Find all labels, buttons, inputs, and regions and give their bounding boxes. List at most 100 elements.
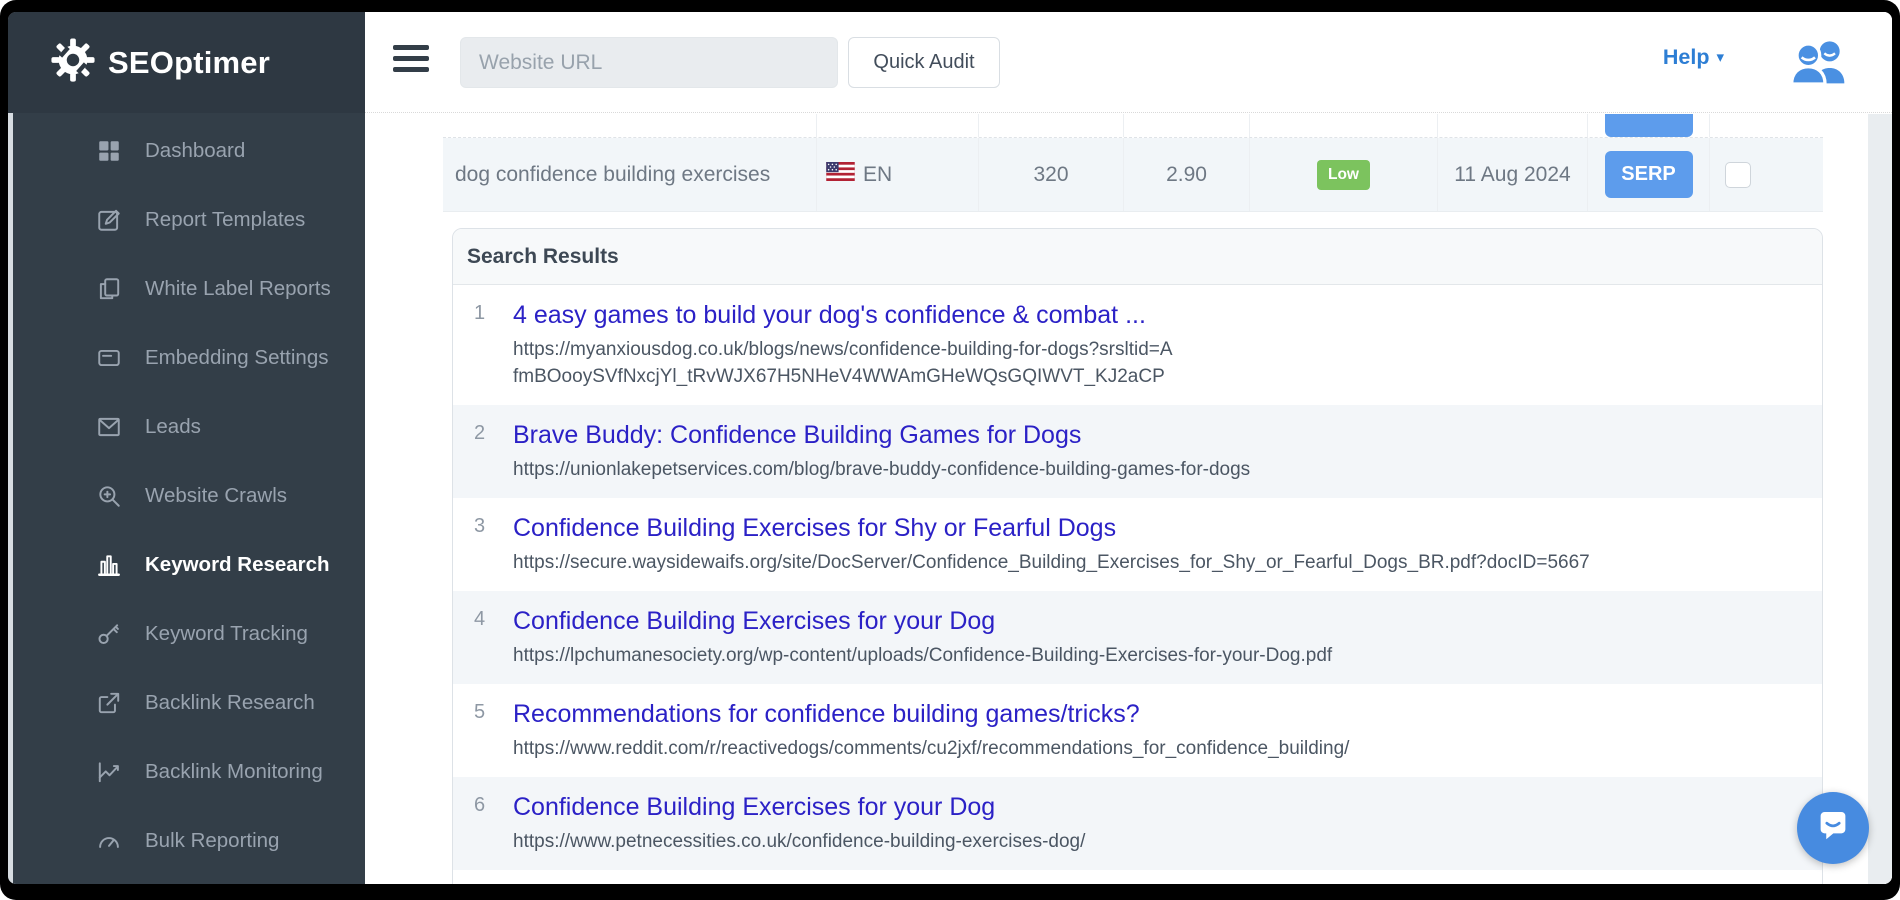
sidebar-nav: Dashboard Report Templates White Label Rep…: [13, 113, 365, 884]
row-checkbox[interactable]: [1725, 162, 1751, 188]
search-result-row: 6Confidence Building Exercises for your …: [453, 777, 1822, 870]
help-label: Help: [1663, 45, 1710, 69]
keyword-table: dog confidence building exercises: [443, 114, 1823, 212]
embed-card-icon: [95, 344, 123, 372]
search-result-row: 78 Dog Confidence Building Exercises for…: [453, 870, 1822, 884]
scrollbar[interactable]: [1868, 114, 1892, 884]
sidebar-item-keyword-tracking[interactable]: Keyword Tracking: [13, 599, 365, 668]
serp-button[interactable]: SERP: [1605, 151, 1693, 198]
sidebar-item-website-crawls[interactable]: Website Crawls: [13, 461, 365, 530]
search-result-row: 2Brave Buddy: Confidence Building Games …: [453, 405, 1822, 498]
sidebar-item-backlink-monitoring[interactable]: Backlink Monitoring: [13, 737, 365, 806]
sidebar-item-label: Website Crawls: [145, 484, 287, 508]
search-result-row: 14 easy games to build your dog's confid…: [453, 285, 1822, 405]
language-label: EN: [863, 163, 892, 187]
result-body: Confidence Building Exercises for your D…: [513, 604, 1802, 669]
logo[interactable]: SEOptimer: [8, 12, 365, 113]
external-link-icon: [95, 689, 123, 717]
chat-bubble-icon: [1815, 808, 1851, 849]
serp-cell: SERP: [1587, 138, 1709, 211]
sidebar-item-label: White Label Reports: [145, 277, 331, 301]
result-rank: 6: [453, 790, 513, 855]
language-cell: EN: [816, 138, 978, 211]
result-title-link[interactable]: 8 Dog Confidence Building Exercises for …: [513, 883, 1127, 884]
result-title-link[interactable]: Recommendations for confidence building …: [513, 697, 1140, 731]
result-rank: 4: [453, 604, 513, 669]
panel-title: Search Results: [453, 229, 1822, 285]
quick-audit-button[interactable]: Quick Audit: [848, 37, 1000, 88]
result-title-link[interactable]: Confidence Building Exercises for your D…: [513, 790, 995, 824]
sidebar-item-dashboard[interactable]: Dashboard: [13, 116, 365, 185]
volume-cell: 320: [978, 138, 1123, 211]
result-title-link[interactable]: Confidence Building Exercises for Shy or…: [513, 511, 1116, 545]
us-flag-icon: [826, 162, 855, 187]
date-cell: 11 Aug 2024: [1437, 138, 1587, 211]
logo-text: SEOptimer: [108, 45, 270, 81]
sidebar-item-label: Keyword Tracking: [145, 622, 308, 646]
sidebar-item-bulk-reporting[interactable]: Bulk Reporting: [13, 806, 365, 875]
gauge-icon: [95, 827, 123, 855]
sidebar-item-label: Keyword Research: [145, 553, 330, 577]
help-menu[interactable]: Help ▾: [1663, 45, 1724, 70]
result-title-link[interactable]: Brave Buddy: Confidence Building Games f…: [513, 418, 1081, 452]
result-rank: 2: [453, 418, 513, 483]
sidebar-item-report-templates[interactable]: Report Templates: [13, 185, 365, 254]
search-result-row: 4Confidence Building Exercises for your …: [453, 591, 1822, 684]
users-icon[interactable]: [1788, 38, 1850, 91]
cpc-cell: 2.90: [1123, 138, 1249, 211]
result-url: https://www.reddit.com/r/reactivedogs/co…: [513, 735, 1802, 762]
sidebar-item-label: Backlink Monitoring: [145, 760, 323, 784]
result-body: Brave Buddy: Confidence Building Games f…: [513, 418, 1802, 483]
app-viewport: SEOptimer Dashboard Report Templates White…: [8, 12, 1892, 884]
search-results-panel: Search Results 14 easy games to build yo…: [452, 228, 1823, 884]
checkbox-cell: [1709, 138, 1823, 211]
sidebar: SEOptimer Dashboard Report Templates White…: [8, 12, 365, 884]
copy-icon: [95, 275, 123, 303]
result-title-link[interactable]: Confidence Building Exercises for your D…: [513, 604, 995, 638]
result-body: Recommendations for confidence building …: [513, 697, 1802, 762]
search-plus-icon: [95, 482, 123, 510]
result-url: https://unionlakepetservices.com/blog/br…: [513, 456, 1802, 483]
search-results-list: 14 easy games to build your dog's confid…: [453, 285, 1822, 884]
website-url-input[interactable]: [460, 37, 838, 88]
result-url: https://www.petnecessities.co.uk/confide…: [513, 828, 1802, 855]
result-body: 8 Dog Confidence Building Exercises for …: [513, 883, 1802, 884]
sidebar-item-leads[interactable]: Leads: [13, 392, 365, 461]
result-body: Confidence Building Exercises for Shy or…: [513, 511, 1802, 576]
sidebar-item-white-label-reports[interactable]: White Label Reports: [13, 254, 365, 323]
chevron-down-icon: ▾: [1716, 49, 1724, 66]
result-body: 4 easy games to build your dog's confide…: [513, 298, 1802, 390]
result-rank: 1: [453, 298, 513, 390]
competition-cell: Low: [1249, 138, 1437, 211]
keyword-row: dog confidence building exercises: [443, 138, 1823, 212]
sidebar-item-keyword-research[interactable]: Keyword Research: [13, 530, 365, 599]
chat-button[interactable]: [1797, 792, 1869, 864]
search-result-row: 3Confidence Building Exercises for Shy o…: [453, 498, 1822, 591]
sidebar-item-label: Embedding Settings: [145, 346, 328, 370]
app-window: SEOptimer Dashboard Report Templates White…: [0, 0, 1900, 900]
result-rank: 7: [453, 883, 513, 884]
sidebar-item-label: Leads: [145, 415, 201, 439]
top-bar: Quick Audit Help ▾: [365, 12, 1892, 113]
main-content: dog confidence building exercises: [365, 114, 1892, 884]
result-url: https://lpchumanesociety.org/wp-content/…: [513, 642, 1802, 669]
sidebar-item-label: Report Templates: [145, 208, 305, 232]
menu-icon[interactable]: [393, 45, 429, 78]
result-rank: 3: [453, 511, 513, 576]
line-chart-icon: [95, 758, 123, 786]
result-url: https://myanxiousdog.co.uk/blogs/news/co…: [513, 336, 1175, 390]
bar-chart-icon: [95, 551, 123, 579]
envelope-icon: [95, 413, 123, 441]
serp-button-partial[interactable]: [1605, 114, 1693, 137]
edit-icon: [95, 206, 123, 234]
sidebar-item-label: Bulk Reporting: [145, 829, 279, 853]
sidebar-item-embedding-settings[interactable]: Embedding Settings: [13, 323, 365, 392]
table-row-partial: [443, 114, 1823, 138]
search-result-row: 5Recommendations for confidence building…: [453, 684, 1822, 777]
status-badge: Low: [1317, 160, 1370, 190]
dashboard-icon: [95, 137, 123, 165]
seoptimer-gear-icon: [50, 37, 96, 88]
result-title-link[interactable]: 4 easy games to build your dog's confide…: [513, 298, 1146, 332]
keyword-cell: dog confidence building exercises: [443, 138, 816, 211]
sidebar-item-backlink-research[interactable]: Backlink Research: [13, 668, 365, 737]
